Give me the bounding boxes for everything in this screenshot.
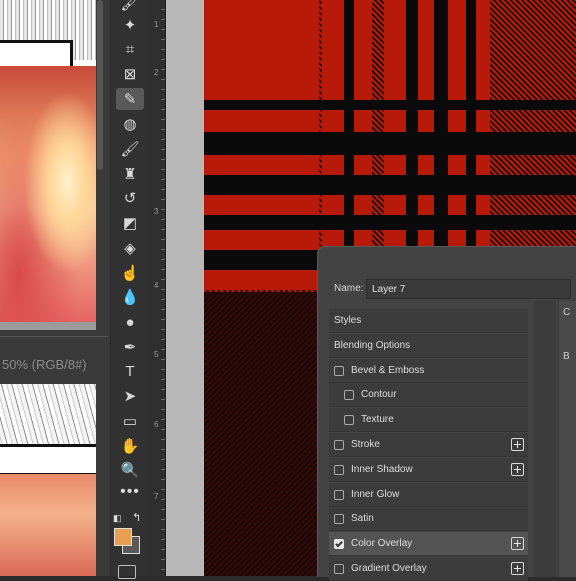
path-selection-icon[interactable]: ➤	[116, 385, 144, 407]
tartan-red-band	[204, 155, 319, 175]
style-row-inner-glow[interactable]: Inner Glow	[329, 482, 528, 507]
more-tools-button[interactable]: •••	[116, 484, 144, 502]
zoom-icon[interactable]: 🔍	[116, 459, 144, 481]
style-checkbox[interactable]	[334, 365, 344, 376]
style-row-stroke[interactable]: Stroke	[329, 433, 528, 457]
document-window-left: 50% (RGB/8#)	[0, 0, 110, 576]
style-row-label: Texture	[361, 414, 394, 426]
style-row-contour[interactable]: Contour	[329, 383, 528, 408]
ruler-number: 1	[154, 20, 159, 29]
blur-icon[interactable]: 💧	[116, 286, 144, 308]
tartan-black-band	[204, 215, 576, 230]
frame-icon[interactable]: ⊠	[116, 63, 144, 85]
style-row-gradient-overlay[interactable]: Gradient Overlay	[329, 557, 528, 581]
document-preview-top[interactable]	[0, 0, 96, 330]
style-row-blending-options[interactable]: Blending Options	[329, 333, 528, 358]
style-checkbox[interactable]	[344, 390, 354, 401]
dodge-icon[interactable]: ●	[116, 311, 144, 333]
rectangle-icon[interactable]: ▭	[116, 410, 144, 432]
style-checkbox[interactable]	[334, 489, 344, 500]
default-colors-icon[interactable]: ◧	[113, 513, 123, 523]
brush-smudge-icon[interactable]: 🖌	[116, 0, 144, 14]
ruler-number: 5	[154, 350, 159, 359]
settings-heading-fragment: C	[563, 307, 571, 318]
paint-bucket-icon[interactable]: ◈	[116, 237, 144, 259]
tartan-red-band	[204, 195, 319, 215]
foreground-color-swatch[interactable]	[114, 528, 132, 546]
settings-panel-edge: C B	[558, 301, 576, 577]
style-row-label: Inner Shadow	[351, 463, 413, 475]
type-icon[interactable]: T	[116, 360, 144, 382]
pen-icon[interactable]: ✒	[116, 336, 144, 358]
history-brush-icon[interactable]: ↺	[116, 187, 144, 209]
style-row-label: Blending Options	[334, 339, 411, 351]
style-row-color-overlay[interactable]: Color Overlay	[329, 532, 528, 557]
add-effect-plus-icon[interactable]	[511, 537, 524, 551]
tartan-red-band	[204, 0, 319, 100]
ruler-number: 6	[154, 420, 159, 429]
clone-stamp-icon[interactable]: ♜	[116, 163, 144, 185]
document-divider	[0, 336, 108, 337]
style-checkbox[interactable]	[344, 415, 354, 426]
add-effect-plus-icon[interactable]	[511, 438, 524, 451]
tartan-red-band	[204, 110, 319, 132]
style-row-label: Gradient Overlay	[351, 563, 427, 574]
tartan-black-band	[204, 100, 576, 110]
ruler-number: 4	[154, 281, 159, 290]
tartan-black-band	[204, 132, 576, 155]
document-status-text[interactable]: 50% (RGB/8#)	[0, 354, 110, 376]
add-effect-plus-icon[interactable]	[511, 562, 524, 575]
name-label: Name:	[334, 283, 364, 294]
eyedropper-icon[interactable]: ✎	[116, 88, 144, 110]
layer-style-dialog: Name: Layer 7 Styles Blending Options Beve…	[317, 246, 576, 581]
tartan-red-band	[204, 270, 319, 290]
styles-list: Styles Blending Options Bevel & Emboss Cont…	[329, 309, 528, 581]
style-row-bevel-emboss[interactable]: Bevel & Emboss	[329, 358, 528, 383]
add-effect-plus-icon[interactable]	[511, 462, 524, 476]
settings-panel	[534, 301, 556, 577]
style-row-label: Stroke	[351, 439, 380, 450]
style-row-satin[interactable]: Satin	[329, 507, 528, 532]
frame-border	[0, 322, 96, 330]
tools-panel: ••• 🖌 ✦ ⌗ ⊠ ✎ ◍ 🖌 ♜ ↺ ◩ ◈ ☝ 💧 ● ✒ T ➤ ▭ ✋ 🔍	[110, 0, 150, 576]
crop-icon[interactable]: ⌗	[116, 38, 144, 60]
tartan-black-band	[204, 175, 576, 195]
style-checkbox[interactable]	[334, 514, 344, 525]
style-row-label: Contour	[361, 389, 397, 401]
ruler-number: 3	[154, 207, 159, 216]
style-checkbox[interactable]	[334, 539, 344, 550]
watercolor-image	[0, 66, 96, 326]
style-row-label: Inner Glow	[351, 488, 400, 500]
style-row-label: Satin	[351, 513, 374, 525]
brush-icon[interactable]: 🖌	[116, 138, 144, 160]
document-preview-bottom[interactable]	[0, 384, 96, 576]
quick-mask-icon[interactable]	[118, 565, 136, 579]
style-row-label: Color Overlay	[351, 538, 413, 550]
vertical-scrollbar[interactable]	[97, 0, 103, 170]
style-checkbox[interactable]	[334, 564, 344, 574]
pasteboard	[166, 0, 204, 576]
logo-band	[0, 444, 96, 476]
watercolor-image	[0, 474, 96, 576]
style-checkbox[interactable]	[334, 464, 344, 475]
smudge-icon[interactable]: ☝	[116, 262, 144, 284]
style-row-label: Styles	[334, 315, 362, 326]
settings-label-fragment: B	[563, 351, 570, 362]
ruler-number: 2	[154, 68, 159, 77]
style-checkbox[interactable]	[334, 440, 344, 450]
eraser-icon[interactable]: ◩	[116, 212, 144, 234]
tartan-red-band	[204, 230, 319, 250]
hand-icon[interactable]: ✋	[116, 435, 144, 457]
layer-name-field[interactable]: Layer 7	[366, 279, 571, 299]
style-row-styles[interactable]: Styles	[329, 309, 528, 333]
healing-brush-icon[interactable]: ◍	[116, 113, 144, 135]
style-row-label: Bevel & Emboss	[351, 364, 425, 376]
ruler-number: 7	[154, 492, 159, 501]
magic-wand-icon[interactable]: ✦	[116, 14, 144, 36]
style-row-texture[interactable]: Texture	[329, 408, 528, 433]
swap-colors-icon[interactable]: ↰	[132, 511, 141, 524]
style-row-inner-shadow[interactable]: Inner Shadow	[329, 457, 528, 482]
